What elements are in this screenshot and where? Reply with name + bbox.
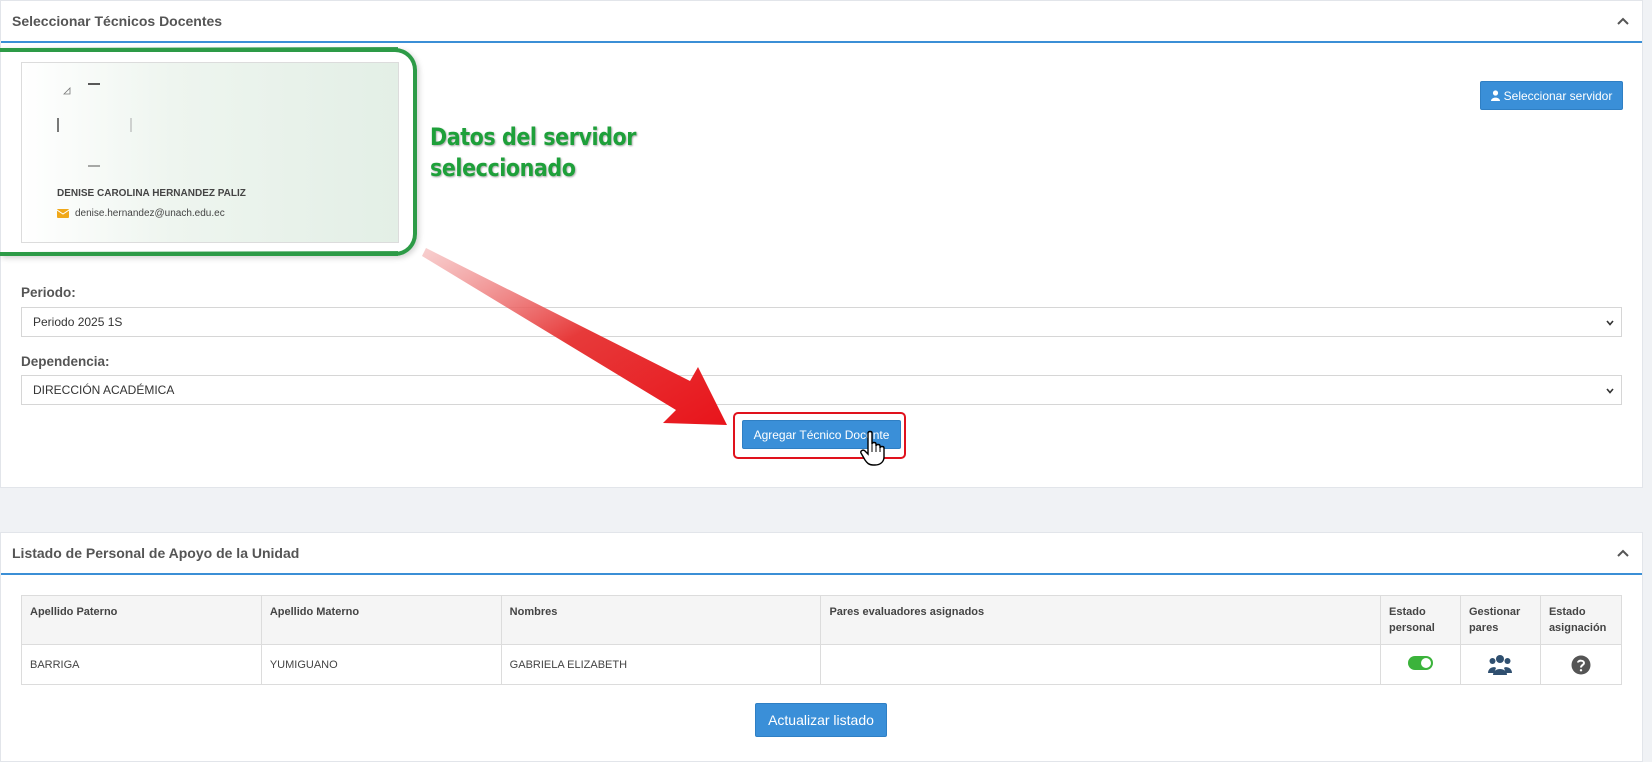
card-highlight-bottom bbox=[18, 251, 398, 256]
col-pares: Pares evaluadores asignados bbox=[820, 595, 1381, 645]
server-name: DENISE CAROLINA HERNANDEZ PALIZ bbox=[57, 188, 246, 199]
server-email-row: denise.hernandez@unach.edu.ec bbox=[57, 208, 225, 219]
chevron-up-icon[interactable] bbox=[1616, 546, 1630, 560]
cell-apellido-materno: YUMIGUANO bbox=[260, 644, 502, 685]
col-estado-asignacion: Estado asignación bbox=[1539, 595, 1623, 645]
chevron-down-icon bbox=[1606, 320, 1614, 326]
dependencia-label: Dependencia: bbox=[21, 354, 110, 369]
annotation-callout: Datos del servidor seleccionado bbox=[430, 122, 636, 184]
cell-estado-asignacion bbox=[1539, 644, 1623, 685]
select-server-button[interactable]: Seleccionar servidor bbox=[1480, 81, 1623, 110]
cell-apellido-paterno: BARRIGA bbox=[21, 644, 262, 685]
panel-title: Seleccionar Técnicos Docentes bbox=[12, 13, 223, 29]
server-email: denise.hernandez@unach.edu.ec bbox=[75, 208, 225, 219]
col-gestionar-l2: pares bbox=[1468, 622, 1499, 634]
annotation-line-1: Datos del servidor bbox=[430, 123, 636, 151]
cell-nombres: GABRIELA ELIZABETH bbox=[500, 644, 822, 685]
col-apellido-paterno: Apellido Paterno bbox=[21, 595, 262, 645]
col-nombres: Nombres bbox=[500, 595, 822, 645]
cell-estado-personal bbox=[1379, 644, 1461, 685]
panel-header: Seleccionar Técnicos Docentes bbox=[1, 1, 1642, 43]
col-gestionar-pares: Gestionar pares bbox=[1459, 595, 1541, 645]
refresh-list-button[interactable]: Actualizar listado bbox=[755, 703, 887, 737]
col-estado-asig-l1: Estado bbox=[1548, 606, 1586, 618]
cell-gestionar-pares bbox=[1459, 644, 1541, 685]
red-arrow bbox=[422, 248, 727, 425]
table-row: BARRIGA YUMIGUANO GABRIELA ELIZABETH bbox=[21, 644, 1623, 685]
col-apellido-materno: Apellido Materno bbox=[260, 595, 502, 645]
card-highlight-top bbox=[18, 47, 398, 52]
col-estado-asig-l2: asignación bbox=[1548, 622, 1607, 634]
col-estado-personal: Estado personal bbox=[1379, 595, 1461, 645]
envelope-icon bbox=[57, 209, 69, 218]
periodo-select[interactable]: Periodo 2025 1S bbox=[21, 307, 1622, 337]
dependencia-value: DIRECCIÓN ACADÉMICA bbox=[33, 383, 175, 397]
hand-pointer-icon bbox=[860, 430, 885, 466]
refresh-list-label: Actualizar listado bbox=[768, 712, 874, 728]
col-gestionar-l1: Gestionar bbox=[1468, 606, 1521, 618]
users-icon[interactable] bbox=[1488, 654, 1513, 676]
question-circle-icon[interactable] bbox=[1571, 655, 1591, 675]
periodo-label: Periodo: bbox=[21, 285, 76, 300]
annotation-line-2: seleccionado bbox=[430, 154, 576, 182]
periodo-value: Periodo 2025 1S bbox=[33, 315, 123, 329]
estado-personal-toggle[interactable] bbox=[1407, 656, 1433, 670]
select-server-label: Seleccionar servidor bbox=[1503, 88, 1613, 103]
chevron-down-icon bbox=[1606, 388, 1614, 394]
table-header-row: Apellido Paterno Apellido Materno Nombre… bbox=[21, 595, 1623, 645]
panel-title: Listado de Personal de Apoyo de la Unida… bbox=[12, 545, 300, 561]
dependencia-select[interactable]: DIRECCIÓN ACADÉMICA bbox=[21, 375, 1622, 405]
profile-photo-placeholder bbox=[57, 83, 132, 167]
user-icon bbox=[1490, 90, 1500, 101]
col-estado-personal-l1: Estado bbox=[1388, 606, 1426, 618]
col-estado-personal-l2: personal bbox=[1388, 622, 1435, 634]
support-staff-table: Apellido Paterno Apellido Materno Nombre… bbox=[21, 595, 1623, 685]
cell-pares bbox=[820, 644, 1381, 685]
panel-header: Listado de Personal de Apoyo de la Unida… bbox=[1, 533, 1642, 575]
chevron-up-icon[interactable] bbox=[1616, 14, 1630, 28]
